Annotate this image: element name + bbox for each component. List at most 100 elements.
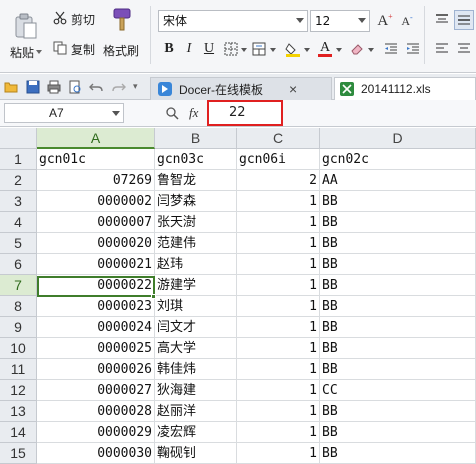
cell-b4[interactable]: 张天澍 [155,212,237,233]
align-middle-button[interactable] [454,10,474,30]
cell-c11[interactable]: 1 [237,359,320,380]
align-left-button[interactable] [432,38,452,58]
cell-c8[interactable]: 1 [237,296,320,317]
cell-a14[interactable]: 0000029 [37,422,155,443]
cell-d11[interactable]: BB [320,359,476,380]
cut-button[interactable]: 剪切 [50,8,102,28]
cell-c14[interactable]: 1 [237,422,320,443]
chevron-down-icon[interactable] [270,48,276,52]
cell-b12[interactable]: 狄海建 [155,380,237,401]
copy-button[interactable]: 复制 [50,38,102,58]
close-icon[interactable]: × [289,81,297,97]
cell-d14[interactable]: BB [320,422,476,443]
cell-c13[interactable]: 1 [237,401,320,422]
font-name-select[interactable]: 宋体 [158,10,308,32]
cell-a1[interactable]: gcn01c [37,149,155,170]
row-header[interactable]: 5 [0,233,37,254]
formula-input[interactable]: 22 [207,100,283,126]
tab-docer[interactable]: Docer-在线模板 × [150,77,332,100]
fill-color-button[interactable] [284,40,302,58]
chevron-down-icon[interactable] [112,111,120,116]
merge-cells-button[interactable] [250,40,268,58]
fill-handle[interactable] [151,294,156,299]
cell-c2[interactable]: 2 [237,170,320,191]
cell-d6[interactable]: BB [320,254,476,275]
row-header[interactable]: 15 [0,443,37,464]
column-header-d[interactable]: D [320,128,476,149]
clear-format-button[interactable] [348,40,366,58]
print-icon[interactable] [47,80,61,94]
chevron-down-icon[interactable] [241,48,247,52]
row-header[interactable]: 8 [0,296,37,317]
cell-a13[interactable]: 0000028 [37,401,155,422]
cell-b7[interactable]: 游建学 [155,275,237,296]
zoom-icon[interactable] [165,106,179,120]
cell-c15[interactable]: 1 [237,443,320,464]
cell-a2[interactable]: 07269 [37,170,155,191]
cell-c9[interactable]: 1 [237,317,320,338]
cell-c6[interactable]: 1 [237,254,320,275]
cell-c10[interactable]: 1 [237,338,320,359]
cell-b6[interactable]: 赵玮 [155,254,237,275]
paste-dropdown-icon[interactable] [36,50,42,54]
underline-button[interactable]: U [200,40,218,58]
cell-c7[interactable]: 1 [237,275,320,296]
name-box[interactable]: A7 [4,103,124,123]
row-header[interactable]: 6 [0,254,37,275]
redo-icon[interactable] [112,80,126,94]
cell-c5[interactable]: 1 [237,233,320,254]
align-top-button[interactable] [432,10,452,30]
folder-icon[interactable] [4,80,18,94]
row-header[interactable]: 3 [0,191,37,212]
column-header-a[interactable]: A [37,128,155,149]
paste-button[interactable]: 粘贴 [4,4,44,66]
cell-a9[interactable]: 0000024 [37,317,155,338]
print-preview-icon[interactable] [68,80,82,94]
cell-c12[interactable]: 1 [237,380,320,401]
cell-b5[interactable]: 范建伟 [155,233,237,254]
cell-d5[interactable]: BB [320,233,476,254]
undo-icon[interactable] [89,80,103,94]
select-all-corner[interactable] [0,128,37,149]
row-header[interactable]: 11 [0,359,37,380]
align-center-button[interactable] [454,38,474,58]
borders-button[interactable] [222,40,240,58]
indent-increase-button[interactable] [404,40,422,58]
cell-a4[interactable]: 0000007 [37,212,155,233]
cell-d2[interactable]: AA [320,170,476,191]
column-header-b[interactable]: B [155,128,237,149]
cell-d12[interactable]: CC [320,380,476,401]
row-header[interactable]: 1 [0,149,37,170]
cell-d1[interactable]: gcn02c [320,149,476,170]
row-header[interactable]: 7 [0,275,37,296]
cell-b8[interactable]: 刘琪 [155,296,237,317]
font-color-button[interactable]: A [316,40,334,58]
chevron-down-icon[interactable] [304,48,310,52]
insert-function-button[interactable]: fx [189,105,198,121]
row-header[interactable]: 9 [0,317,37,338]
cell-a7[interactable]: 0000022 [37,275,155,296]
chevron-down-icon[interactable] [336,48,342,52]
cell-c3[interactable]: 1 [237,191,320,212]
cell-d9[interactable]: BB [320,317,476,338]
format-painter-button[interactable]: 格式刷 [102,4,144,66]
cell-b15[interactable]: 鞠砚钊 [155,443,237,464]
column-header-c[interactable]: C [237,128,320,149]
font-size-select[interactable]: 12 [310,10,370,32]
chevron-down-icon[interactable] [368,48,374,52]
cell-b14[interactable]: 凌宏辉 [155,422,237,443]
cell-a10[interactable]: 0000025 [37,338,155,359]
cell-d4[interactable]: BB [320,212,476,233]
row-header[interactable]: 13 [0,401,37,422]
row-header[interactable]: 2 [0,170,37,191]
row-header[interactable]: 10 [0,338,37,359]
cell-a15[interactable]: 0000030 [37,443,155,464]
cell-a5[interactable]: 0000020 [37,233,155,254]
indent-decrease-button[interactable] [382,40,400,58]
cell-a12[interactable]: 0000027 [37,380,155,401]
cell-d3[interactable]: BB [320,191,476,212]
cell-d13[interactable]: BB [320,401,476,422]
cell-b9[interactable]: 闫文才 [155,317,237,338]
cell-c4[interactable]: 1 [237,212,320,233]
cell-a11[interactable]: 0000026 [37,359,155,380]
